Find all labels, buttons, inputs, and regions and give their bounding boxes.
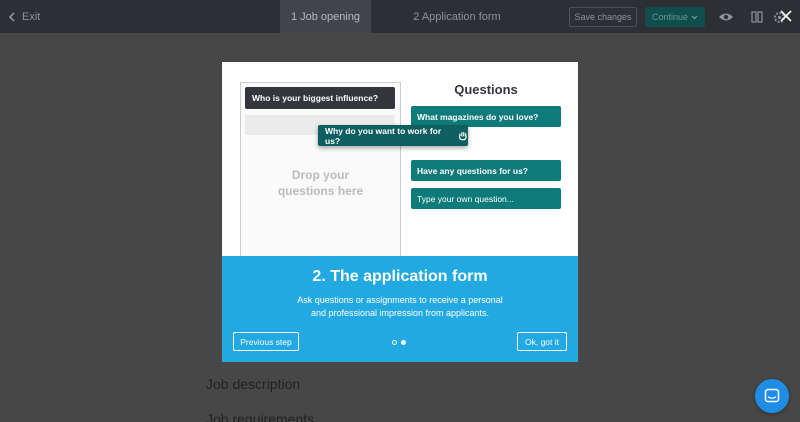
chevron-left-icon	[8, 11, 15, 22]
tab-application-form[interactable]: 2 Application form	[392, 0, 522, 33]
dragging-question-label: Why do you want to work for us?	[325, 125, 442, 146]
questions-title: Questions	[454, 82, 518, 97]
chat-launcher-button[interactable]	[755, 379, 789, 413]
modal-illustration: Who is your biggest influence? Drop your…	[222, 62, 578, 256]
save-changes-button[interactable]: Save changes	[569, 7, 637, 27]
dragging-question-card: Why do you want to work for us?	[318, 125, 468, 146]
custom-question-card: Type your own question...	[411, 188, 561, 209]
job-requirements-heading: Job requirements	[206, 411, 315, 422]
exit-button[interactable]: Exit	[8, 0, 40, 33]
exit-label: Exit	[22, 10, 41, 23]
continue-button[interactable]: Continue	[645, 7, 705, 27]
ok-got-it-button[interactable]: Ok, got it	[517, 332, 567, 351]
pinned-question-card: Who is your biggest influence?	[245, 87, 395, 109]
tab-label: 1 Job opening	[290, 10, 361, 23]
question-card: Have any questions for us?	[411, 160, 561, 181]
grab-hand-icon	[459, 131, 468, 140]
previous-step-button[interactable]: Previous step	[233, 332, 299, 351]
job-description-heading: Job description	[206, 376, 301, 392]
modal-title: 2. The application form	[312, 268, 488, 285]
step-indicator	[392, 340, 406, 345]
tab-job-opening[interactable]: 1 Job opening	[280, 0, 371, 33]
continue-label: Continue	[651, 12, 689, 22]
top-bar: Exit 1 Job opening 2 Application form Sa…	[0, 0, 800, 33]
tab-label: 2 Application form	[413, 10, 501, 23]
step-dot-2[interactable]	[401, 340, 406, 345]
modal-description: Ask questions or assignments to receive …	[262, 294, 538, 320]
preview-eye-icon[interactable]	[714, 7, 738, 27]
question-card: What magazines do you love?	[411, 106, 561, 127]
modal-info-panel: 2. The application form Ask questions or…	[222, 256, 578, 362]
onboarding-modal: Who is your biggest influence? Drop your…	[222, 62, 578, 362]
modal-description-line: and professional impression from applica…	[310, 308, 490, 318]
columns-icon[interactable]	[748, 7, 766, 27]
chat-icon	[764, 388, 780, 403]
modal-description-line: Ask questions or assignments to receive …	[297, 295, 503, 305]
step-dot-1[interactable]	[392, 340, 397, 345]
drop-zone-text: Drop your questions here	[240, 167, 401, 199]
chevron-down-icon	[691, 15, 698, 19]
drop-zone-label: Drop your questions here	[277, 168, 364, 198]
close-icon[interactable]	[776, 6, 796, 26]
